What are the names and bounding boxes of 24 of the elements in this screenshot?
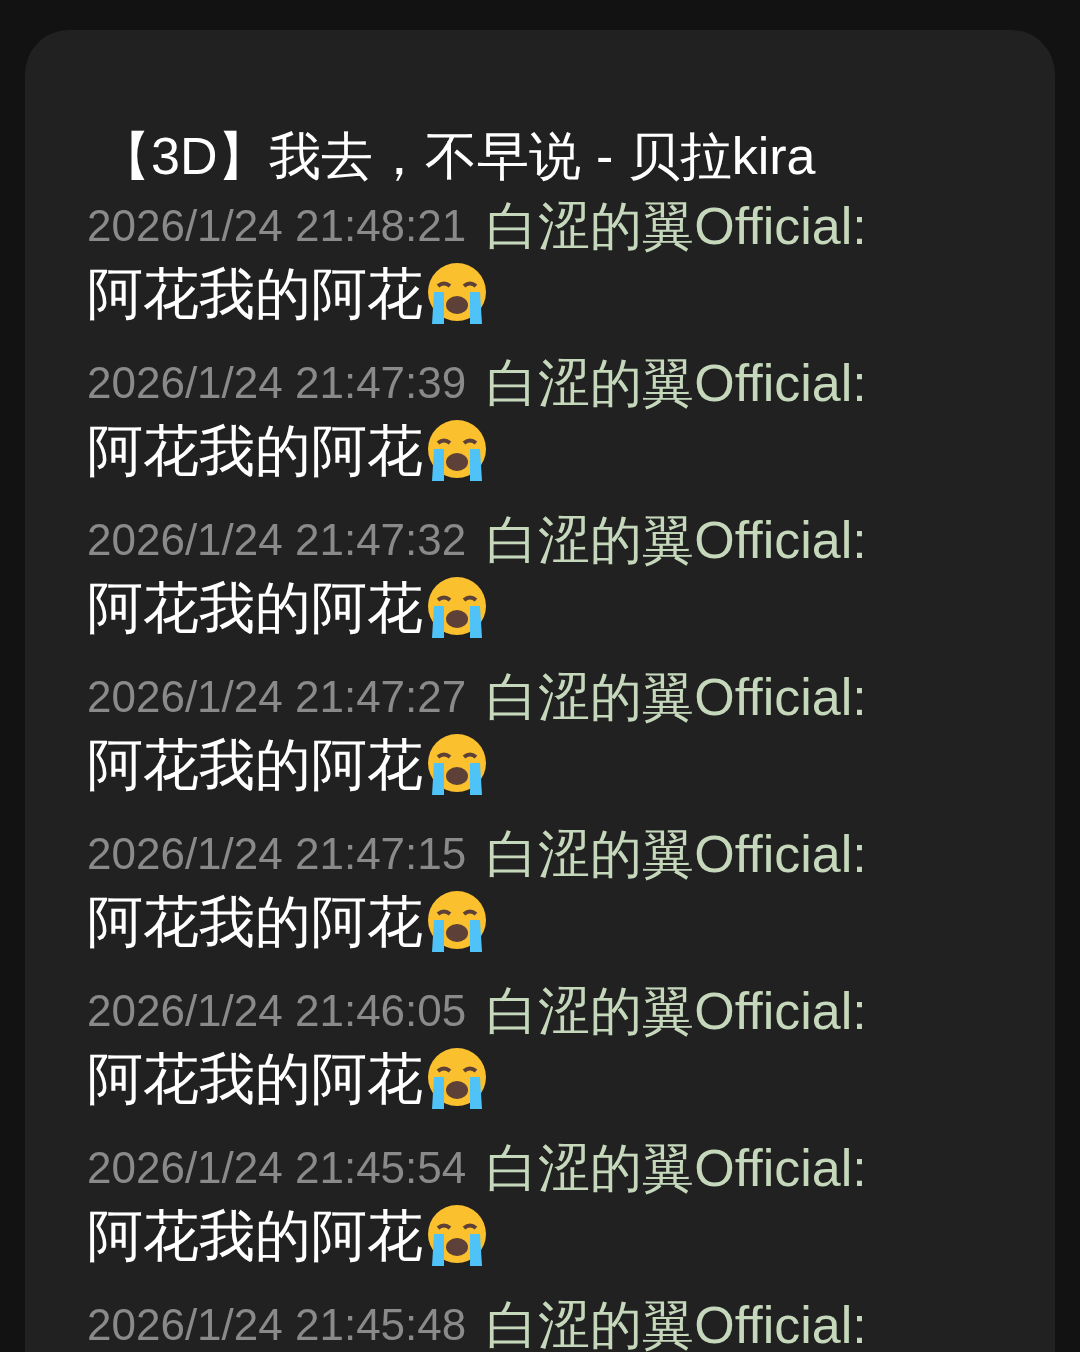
user-name: 白涩的翼Official:	[486, 353, 867, 414]
message-text: 阿花我的阿花	[87, 1203, 423, 1269]
user-name: 白涩的翼Official:	[486, 981, 867, 1042]
message-time: 2026/1/24 21:47:32	[87, 514, 467, 566]
message-text: 阿花我的阿花	[87, 889, 423, 955]
message-text: 阿花我的阿花	[87, 732, 423, 798]
message-time: 2026/1/24 21:48:21	[87, 200, 467, 252]
message-time: 2026/1/24 21:47:15	[87, 828, 467, 880]
message-time: 2026/1/24 21:46:05	[87, 985, 467, 1037]
video-title: 【3D】我去，不早说 - 贝拉kira	[98, 126, 816, 187]
user-name: 白涩的翼Official:	[486, 1295, 867, 1352]
user-name: 白涩的翼Official:	[486, 667, 867, 728]
message-time: 2026/1/24 21:47:27	[87, 671, 467, 723]
user-name: 白涩的翼Official:	[486, 1138, 867, 1199]
message-text: 阿花我的阿花	[87, 575, 423, 641]
message-time: 2026/1/24 21:47:39	[87, 357, 467, 409]
user-name: 白涩的翼Official:	[486, 196, 867, 257]
message-text: 阿花我的阿花	[87, 261, 423, 327]
user-name: 白涩的翼Official:	[486, 824, 867, 885]
message-time: 2026/1/24 21:45:48	[87, 1299, 467, 1351]
user-name: 白涩的翼Official:	[486, 510, 867, 571]
message-time: 2026/1/24 21:45:54	[87, 1142, 467, 1194]
message-text: 阿花我的阿花	[87, 418, 423, 484]
message-text: 阿花我的阿花	[87, 1046, 423, 1112]
